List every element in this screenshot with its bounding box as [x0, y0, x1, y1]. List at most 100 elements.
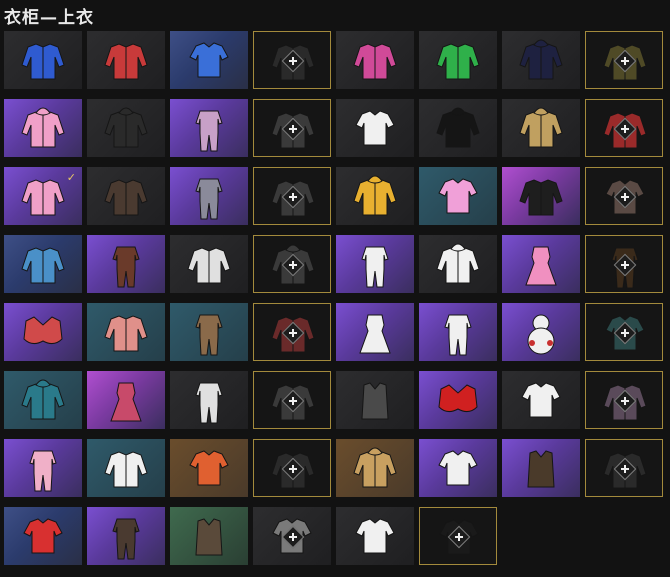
garment-icon: [104, 451, 148, 488]
garment-icon: [353, 175, 397, 216]
wardrobe-slot[interactable]: [253, 439, 331, 497]
wardrobe-slot[interactable]: [87, 99, 165, 157]
wardrobe-slot[interactable]: [419, 507, 497, 565]
wardrobe-slot[interactable]: [4, 99, 82, 157]
garment-icon: [527, 314, 555, 355]
garment-icon: [104, 43, 148, 80]
wardrobe-slot[interactable]: [253, 507, 331, 565]
garment-icon: [525, 246, 557, 286]
garment-icon: [189, 42, 229, 78]
wardrobe-slot[interactable]: [336, 31, 414, 89]
wardrobe-slot[interactable]: [502, 31, 580, 89]
garment-icon: [444, 314, 472, 356]
garment-icon: [353, 43, 397, 80]
wardrobe-slot[interactable]: [87, 371, 165, 429]
wardrobe-slot[interactable]: [419, 167, 497, 225]
garment-icon: [361, 382, 389, 420]
wardrobe-slot[interactable]: [170, 235, 248, 293]
garment-icon: [195, 178, 223, 220]
garment-icon: [195, 110, 223, 152]
garment-icon: [21, 43, 65, 80]
wardrobe-slot[interactable]: [4, 303, 82, 361]
wardrobe-slot[interactable]: [87, 167, 165, 225]
wardrobe-slot[interactable]: [4, 439, 82, 497]
garment-icon: [519, 39, 563, 80]
garment-icon: [353, 447, 397, 488]
garment-icon: [29, 450, 57, 492]
wardrobe-slot[interactable]: [585, 167, 663, 225]
wardrobe-slot[interactable]: [87, 439, 165, 497]
checkmark-icon: ✓: [66, 171, 76, 184]
garment-icon: [195, 518, 223, 556]
wardrobe-slot[interactable]: [4, 371, 82, 429]
wardrobe-slot[interactable]: [87, 507, 165, 565]
wardrobe-slot[interactable]: [253, 303, 331, 361]
garment-icon: [21, 379, 65, 420]
wardrobe-slot[interactable]: [502, 439, 580, 497]
wardrobe-slot[interactable]: [253, 31, 331, 89]
garment-icon: [21, 107, 65, 148]
wardrobe-slot[interactable]: [253, 167, 331, 225]
garment-icon: [436, 243, 480, 284]
garment-icon: [527, 450, 555, 488]
wardrobe-slot[interactable]: [585, 99, 663, 157]
wardrobe-slot[interactable]: [253, 371, 331, 429]
wardrobe-slot[interactable]: [419, 235, 497, 293]
garment-icon: [189, 450, 229, 486]
garment-icon: [23, 316, 63, 345]
garment-icon: [112, 246, 140, 288]
wardrobe-slot[interactable]: [253, 99, 331, 157]
garment-icon: [195, 314, 223, 356]
wardrobe-slot[interactable]: [336, 99, 414, 157]
wardrobe-slot[interactable]: [170, 167, 248, 225]
wardrobe-slot[interactable]: [419, 371, 497, 429]
wardrobe-slot[interactable]: [170, 303, 248, 361]
wardrobe-slot[interactable]: [4, 507, 82, 565]
wardrobe-slot[interactable]: ✓: [4, 167, 82, 225]
wardrobe-slot[interactable]: [87, 31, 165, 89]
garment-icon: [104, 315, 148, 352]
wardrobe-slot[interactable]: [585, 235, 663, 293]
wardrobe-grid: ✓: [0, 0, 670, 577]
wardrobe-slot[interactable]: [253, 235, 331, 293]
wardrobe-slot[interactable]: [419, 31, 497, 89]
wardrobe-slot[interactable]: [170, 371, 248, 429]
wardrobe-slot[interactable]: [419, 303, 497, 361]
garment-icon: [438, 178, 478, 214]
wardrobe-slot[interactable]: [336, 371, 414, 429]
wardrobe-slot[interactable]: [502, 99, 580, 157]
wardrobe-slot[interactable]: [170, 439, 248, 497]
garment-icon: [438, 384, 478, 413]
wardrobe-slot[interactable]: [336, 439, 414, 497]
wardrobe-slot[interactable]: [336, 303, 414, 361]
garment-icon: [21, 247, 65, 284]
garment-icon: [355, 110, 395, 146]
wardrobe-slot[interactable]: [419, 439, 497, 497]
wardrobe-slot[interactable]: [585, 371, 663, 429]
garment-icon: [519, 107, 563, 148]
wardrobe-slot[interactable]: [585, 439, 663, 497]
wardrobe-slot[interactable]: [585, 31, 663, 89]
wardrobe-slot[interactable]: [4, 235, 82, 293]
garment-icon: [23, 518, 63, 554]
garment-icon: [359, 314, 391, 354]
wardrobe-slot[interactable]: [502, 371, 580, 429]
wardrobe-slot[interactable]: [336, 235, 414, 293]
garment-icon: [436, 107, 480, 148]
wardrobe-slot[interactable]: [170, 99, 248, 157]
wardrobe-slot[interactable]: [87, 303, 165, 361]
wardrobe-slot[interactable]: [336, 167, 414, 225]
wardrobe-slot[interactable]: [502, 235, 580, 293]
wardrobe-slot[interactable]: [170, 507, 248, 565]
wardrobe-slot[interactable]: [170, 31, 248, 89]
garment-icon: [187, 247, 231, 284]
wardrobe-slot[interactable]: [502, 167, 580, 225]
wardrobe-slot[interactable]: [419, 99, 497, 157]
wardrobe-slot[interactable]: [585, 303, 663, 361]
wardrobe-slot[interactable]: [502, 303, 580, 361]
wardrobe-slot[interactable]: [87, 235, 165, 293]
garment-icon: [110, 382, 142, 422]
wardrobe-slot[interactable]: [336, 507, 414, 565]
garment-icon: [438, 450, 478, 486]
wardrobe-slot[interactable]: [4, 31, 82, 89]
